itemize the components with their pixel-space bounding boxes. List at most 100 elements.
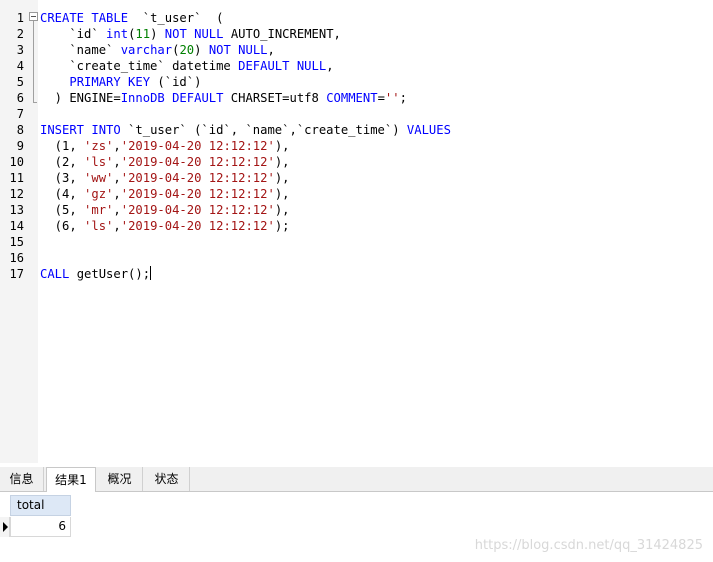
code-token: `t_user` ( (128, 11, 224, 25)
tab-info[interactable]: 信息 (0, 467, 44, 491)
code-token: '2019-04-20 12:12:12' (120, 155, 275, 169)
code-token: ), (274, 155, 290, 169)
code-token: (6, (40, 219, 85, 233)
code-line[interactable]: `name` varchar(20) NOT NULL, (40, 42, 275, 58)
tab-result-1[interactable]: 结果1 (46, 467, 96, 492)
code-token: ); (274, 219, 290, 233)
code-token: , (113, 155, 121, 169)
code-token: NOT NULL (208, 43, 268, 57)
code-token: , (113, 203, 121, 217)
column-header-total[interactable]: total (10, 495, 71, 516)
code-token: , (113, 139, 121, 153)
fold-guide-end (33, 102, 37, 103)
code-token: (5, (40, 203, 85, 217)
row-selector[interactable] (0, 517, 10, 537)
code-line[interactable]: PRIMARY KEY (`id`) (40, 74, 201, 90)
code-token: COMMENT (326, 91, 378, 105)
code-token: ), (274, 187, 290, 201)
code-token: int (106, 27, 129, 41)
watermark-text: https://blog.csdn.net/qq_31424825 (474, 538, 703, 553)
code-token: ), (274, 203, 290, 217)
code-token: (4, (40, 187, 85, 201)
code-token: '2019-04-20 12:12:12' (120, 203, 275, 217)
code-token: = (377, 91, 385, 105)
code-token: 'mr' (84, 203, 114, 217)
code-token: '2019-04-20 12:12:12' (120, 187, 275, 201)
code-token: ), (274, 139, 290, 153)
code-token: CALL (40, 267, 70, 281)
code-line[interactable]: `create_time` datetime DEFAULT NULL, (40, 58, 334, 74)
code-token: ; (399, 91, 407, 105)
code-token: `name` (40, 43, 121, 57)
current-row-arrow-icon (3, 522, 8, 532)
line-number: 16 (9, 251, 24, 265)
tab-status[interactable]: 状态 (144, 467, 190, 491)
code-line[interactable]: (4, 'gz','2019-04-20 12:12:12'), (40, 186, 290, 202)
tab-profile[interactable]: 概况 (97, 467, 143, 491)
code-token: VALUES (406, 123, 451, 137)
code-token: 20 (179, 43, 195, 57)
code-line[interactable]: CREATE TABLE `t_user` ( (40, 10, 223, 26)
code-line[interactable]: CALL getUser(); (40, 266, 152, 282)
line-number-gutter: 1 2 3 4 5 6 7 8 9 10 11 12 13 14 15 16 17 (0, 0, 38, 463)
code-line[interactable]: (5, 'mr','2019-04-20 12:12:12'), (40, 202, 290, 218)
code-line[interactable]: INSERT INTO `t_user` (`id`, `name`,`crea… (40, 122, 451, 138)
code-token: 11 (135, 27, 151, 41)
code-token: 'ls' (84, 155, 114, 169)
code-line[interactable]: (3, 'ww','2019-04-20 12:12:12'), (40, 170, 290, 186)
code-token: AUTO_INCREMENT, (223, 27, 341, 41)
fold-toggle-icon[interactable] (29, 12, 38, 21)
code-token: (`id`) (150, 75, 202, 89)
line-number: 17 (9, 267, 24, 281)
code-token: ) (150, 27, 165, 41)
line-number: 8 (16, 123, 24, 137)
code-line[interactable]: `id` int(11) NOT NULL AUTO_INCREMENT, (40, 26, 341, 42)
code-token: '2019-04-20 12:12:12' (120, 171, 275, 185)
code-token: InnoDB (120, 91, 165, 105)
line-number: 9 (16, 139, 24, 153)
line-number: 5 (16, 75, 24, 89)
fold-guide-line (33, 21, 34, 103)
code-token: DEFAULT (172, 91, 224, 105)
code-token: (1, (40, 139, 85, 153)
line-number: 1 (16, 11, 24, 25)
line-number: 13 (9, 203, 24, 217)
code-token: , (113, 219, 121, 233)
code-token: ) ENGINE= (40, 91, 121, 105)
code-token: DEFAULT NULL (238, 59, 327, 73)
code-token: '2019-04-20 12:12:12' (120, 139, 275, 153)
line-number: 4 (16, 59, 24, 73)
code-token: getUser(); (69, 267, 151, 281)
sql-editor[interactable]: 1 2 3 4 5 6 7 8 9 10 11 12 13 14 15 16 17 CREATE TABLE `… (0, 0, 713, 463)
code-token: (2, (40, 155, 85, 169)
result-tab-bar: 信息 结果1 概况 状态 (0, 467, 713, 492)
code-token: '2019-04-20 12:12:12' (120, 219, 275, 233)
line-number: 11 (9, 171, 24, 185)
line-number: 2 (16, 27, 24, 41)
code-token: `create_time` datetime (40, 59, 239, 73)
code-line[interactable]: ) ENGINE=InnoDB DEFAULT CHARSET=utf8 COM… (40, 90, 407, 106)
code-line[interactable]: (1, 'zs','2019-04-20 12:12:12'), (40, 138, 290, 154)
code-token: , (113, 187, 121, 201)
code-token: ) (194, 43, 209, 57)
code-token: ), (274, 171, 290, 185)
line-number: 12 (9, 187, 24, 201)
code-token: CREATE TABLE (40, 11, 129, 25)
line-number: 3 (16, 43, 24, 57)
code-token: 'gz' (84, 187, 114, 201)
code-token: CHARSET=utf8 (223, 91, 327, 105)
code-line[interactable]: (6, 'ls','2019-04-20 12:12:12'); (40, 218, 290, 234)
code-token: PRIMARY KEY (69, 75, 151, 89)
code-token: , (267, 43, 275, 57)
code-token: varchar (120, 43, 173, 57)
code-token: 'ls' (84, 219, 114, 233)
cell-total-value[interactable]: 6 (10, 517, 71, 537)
code-line[interactable]: (2, 'ls','2019-04-20 12:12:12'), (40, 154, 290, 170)
code-token: `id` (40, 27, 107, 41)
code-token: , (113, 171, 121, 185)
text-caret (150, 266, 152, 280)
code-token: `t_user` (`id`, `name`,`create_time`) (120, 123, 407, 137)
code-token: , (326, 59, 334, 73)
